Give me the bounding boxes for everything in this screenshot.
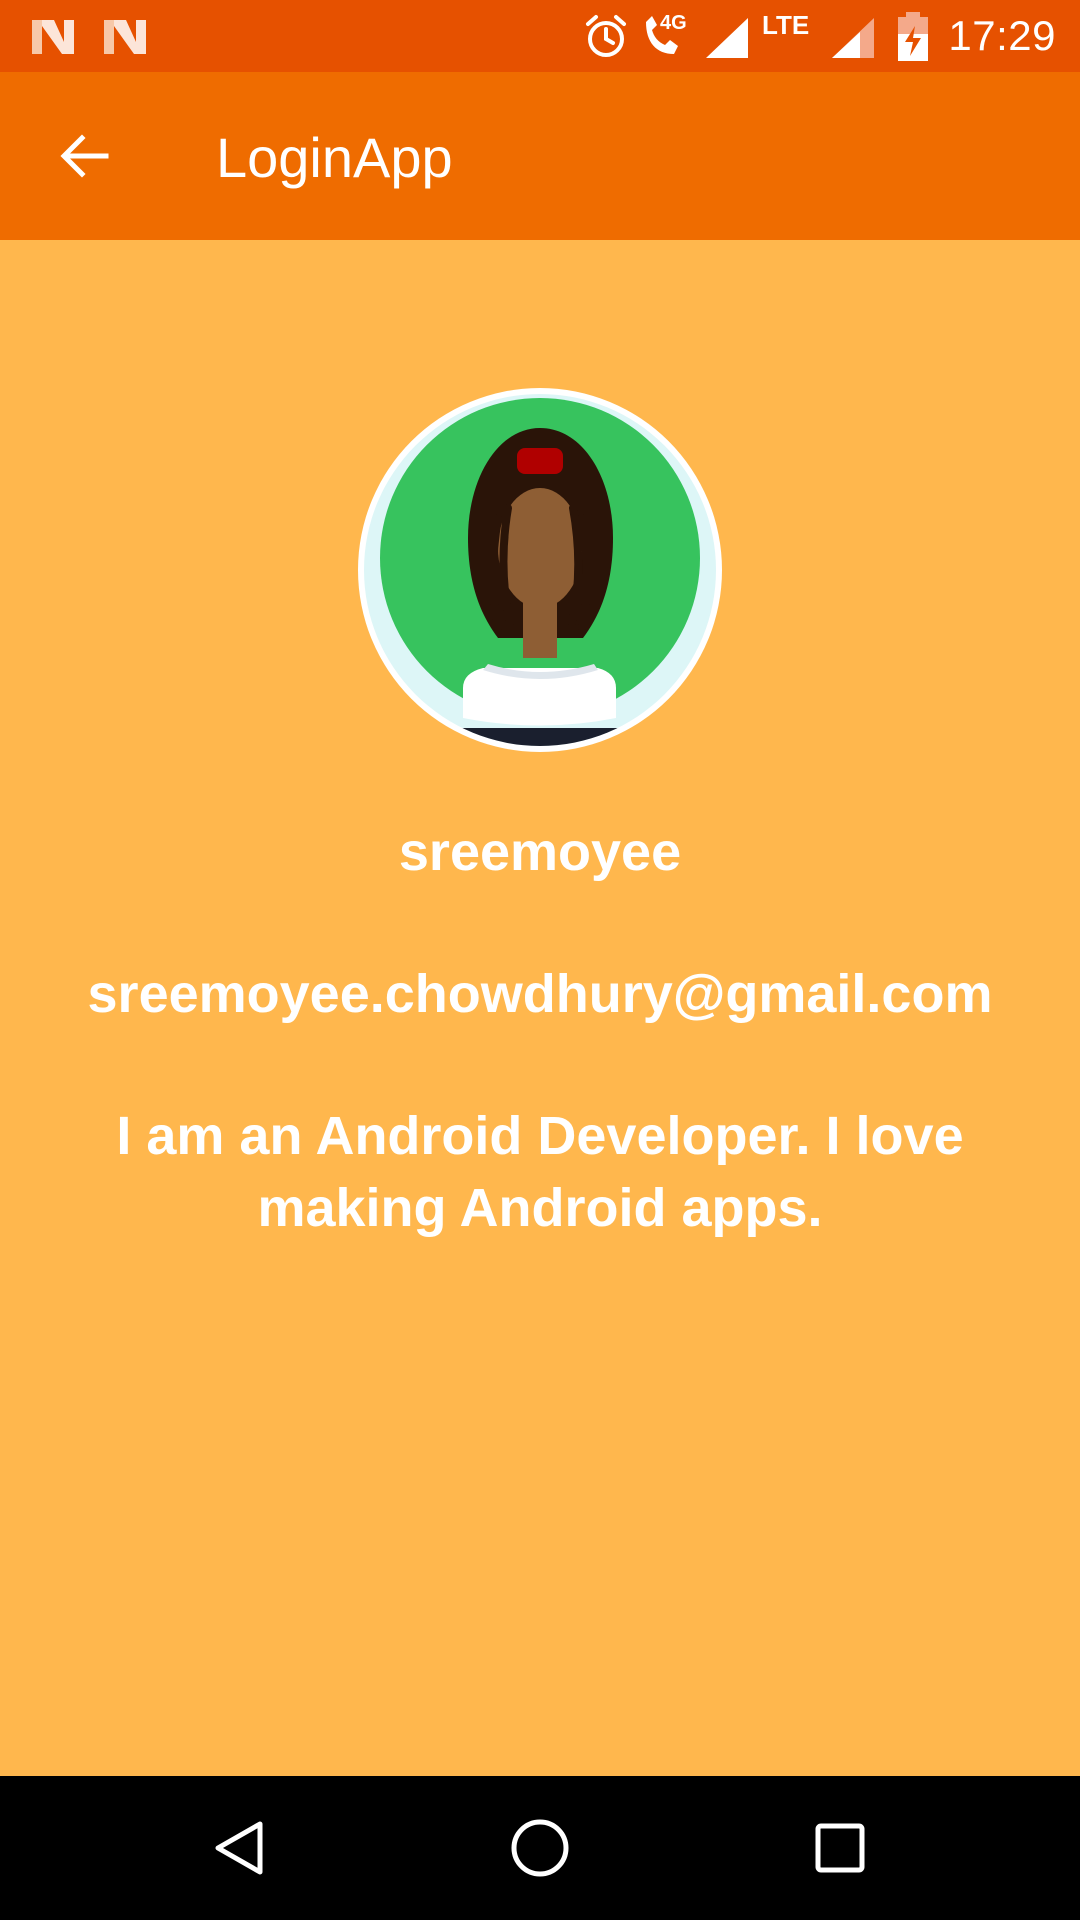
signal-icon <box>706 18 748 58</box>
avatar-image <box>358 388 722 752</box>
avatar <box>358 388 722 752</box>
status-bar: 4G LTE 17:29 <box>0 0 1080 72</box>
call-type-label: 4G <box>660 12 687 34</box>
notification-n-icon <box>104 20 146 54</box>
notification-n-icon <box>32 20 74 54</box>
home-circle-icon <box>511 1819 569 1877</box>
back-triangle-icon <box>215 1821 263 1875</box>
nav-home-button[interactable] <box>490 1798 590 1898</box>
profile-name: sreemoyee <box>398 822 682 882</box>
lte-signal-icon <box>832 18 874 58</box>
arrow-back-icon <box>60 134 109 178</box>
nav-back-button[interactable] <box>190 1798 290 1898</box>
profile-bio: I am an Android Developer. I love making… <box>116 1106 964 1238</box>
nav-recents-button[interactable] <box>790 1798 890 1898</box>
back-button[interactable] <box>36 108 132 204</box>
app-bar: LoginApp <box>0 72 1080 240</box>
battery-charging-icon <box>898 12 928 61</box>
profile-content: sreemoyee sreemoyee.chowdhury@gmail.com … <box>0 240 1080 1776</box>
network-type-label: LTE <box>762 10 810 40</box>
status-clock: 17:29 <box>948 12 1056 59</box>
alarm-icon <box>586 15 626 57</box>
recents-square-icon <box>815 1823 865 1873</box>
app-title: LoginApp <box>216 126 453 189</box>
profile-email: sreemoyee.chowdhury@gmail.com <box>87 964 993 1024</box>
navigation-bar <box>0 1776 1080 1920</box>
